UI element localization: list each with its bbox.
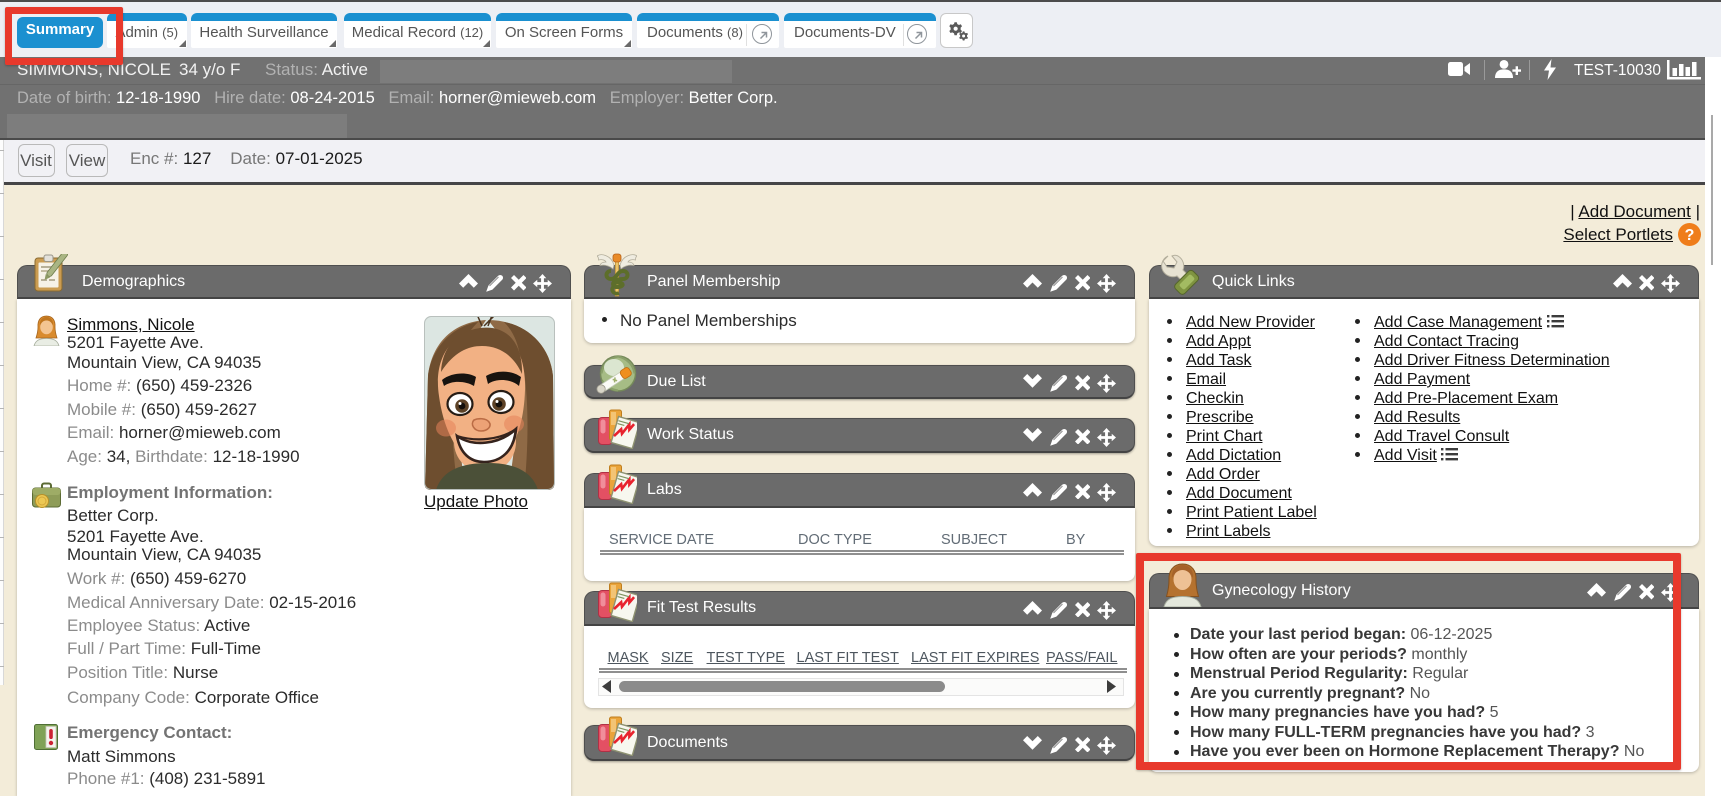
- svg-text:?: ?: [1685, 227, 1695, 244]
